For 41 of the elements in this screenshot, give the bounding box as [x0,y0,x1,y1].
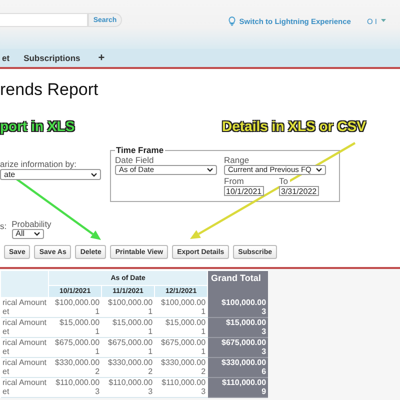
field-label: Range [224,155,250,165]
chevron-down-icon[interactable] [316,168,322,172]
grand-total-cell: $330,000.00 6 [208,358,268,378]
field-label: s: [0,221,7,231]
chevron-down-icon[interactable] [34,232,40,236]
table-cell: $330,000.00 2 [48,358,102,378]
summarize-select[interactable]: ate [0,169,101,180]
grand-total-cell: $675,000.00 3 [208,338,268,358]
table-cell: $675,000.00 1 [48,338,102,358]
date-input[interactable]: 10/1/2021 [224,186,264,196]
chevron-down-icon[interactable] [91,172,97,176]
table-cell: $100,000.00 1 [48,298,102,318]
page-title: rends Report [0,80,100,101]
time-frame-legend: Time Frame [115,145,165,155]
table-cell: $110,000.00 3 [48,378,102,398]
table-cell: $675,000.00 1 [102,338,155,358]
grand-total-header: Grand Total [208,270,268,298]
table-cell: $100,000.00 1 [102,298,155,318]
table-cell: $330,000.00 2 [102,358,155,378]
field-label: Date Field [115,155,155,165]
table-cell: $110,000.00 3 [102,378,155,398]
annotation-text: Details in XLS or CSV [222,118,366,136]
nav-tab[interactable]: et [0,53,12,63]
table-cell: $15,000.00 1 [48,318,102,338]
nav-tab[interactable]: Subscriptions [22,53,82,63]
grand-total-cell: $15,000.00 3 [208,318,268,338]
table-cell: $15,000.00 1 [102,318,155,338]
field-label: To [279,176,290,186]
annotation-text: port in XLS [0,118,76,136]
field-label: Probability [12,219,52,229]
add-tab-button[interactable]: + [96,52,107,64]
probability-select[interactable]: All [12,229,44,239]
date-input[interactable]: 3/31/2022 [279,186,319,196]
lightbulb-icon [228,16,236,26]
field-label: From [224,176,246,186]
grand-total-cell: $110,000.00 9 [208,378,268,398]
row-label: rical Amount et [0,378,49,398]
field-label: arize information by: [0,159,78,169]
search-field[interactable] [0,13,88,27]
grand-total-cell: $100,000.00 3 [208,298,268,318]
chevron-down-icon[interactable] [207,168,213,172]
